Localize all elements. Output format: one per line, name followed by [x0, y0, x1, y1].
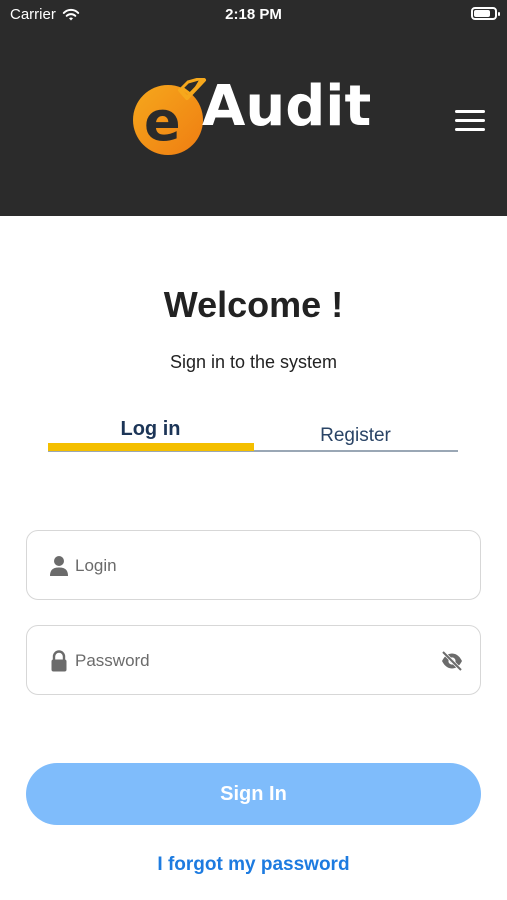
logo-letter: e — [144, 90, 181, 153]
menu-bar-top — [455, 110, 485, 113]
sign-in-button[interactable]: Sign In — [26, 763, 481, 825]
page-subtitle: Sign in to the system — [169, 352, 338, 372]
logo-mark-icon: e — [133, 78, 206, 155]
password-field[interactable] — [26, 625, 481, 695]
logo-text: Audit — [202, 74, 372, 139]
page-title: Welcome ! — [163, 284, 344, 325]
eye-slash-icon[interactable] — [440, 650, 464, 672]
menu-bar-bottom — [455, 128, 485, 131]
battery-icon — [471, 7, 500, 20]
menu-bar-middle — [455, 119, 485, 122]
forgot-password-link[interactable]: I forgot my password — [0, 854, 507, 876]
status-time: 2:18 PM — [225, 6, 282, 23]
eaudit-logo: e Audit — [130, 70, 390, 166]
status-bar: Carrier 2:18 PM — [0, 0, 507, 30]
person-icon — [50, 556, 68, 576]
app-header: Carrier 2:18 PM e Audit — [0, 0, 507, 216]
password-input[interactable] — [75, 646, 435, 676]
auth-tabs: Log in Register — [48, 414, 458, 454]
tab-register[interactable]: Register — [253, 414, 458, 452]
login-input[interactable] — [75, 551, 435, 581]
lock-icon — [51, 650, 67, 672]
tab-active-indicator — [48, 443, 254, 451]
hamburger-menu-button[interactable] — [455, 109, 487, 133]
battery-fill — [474, 10, 490, 17]
login-field[interactable] — [26, 530, 481, 600]
